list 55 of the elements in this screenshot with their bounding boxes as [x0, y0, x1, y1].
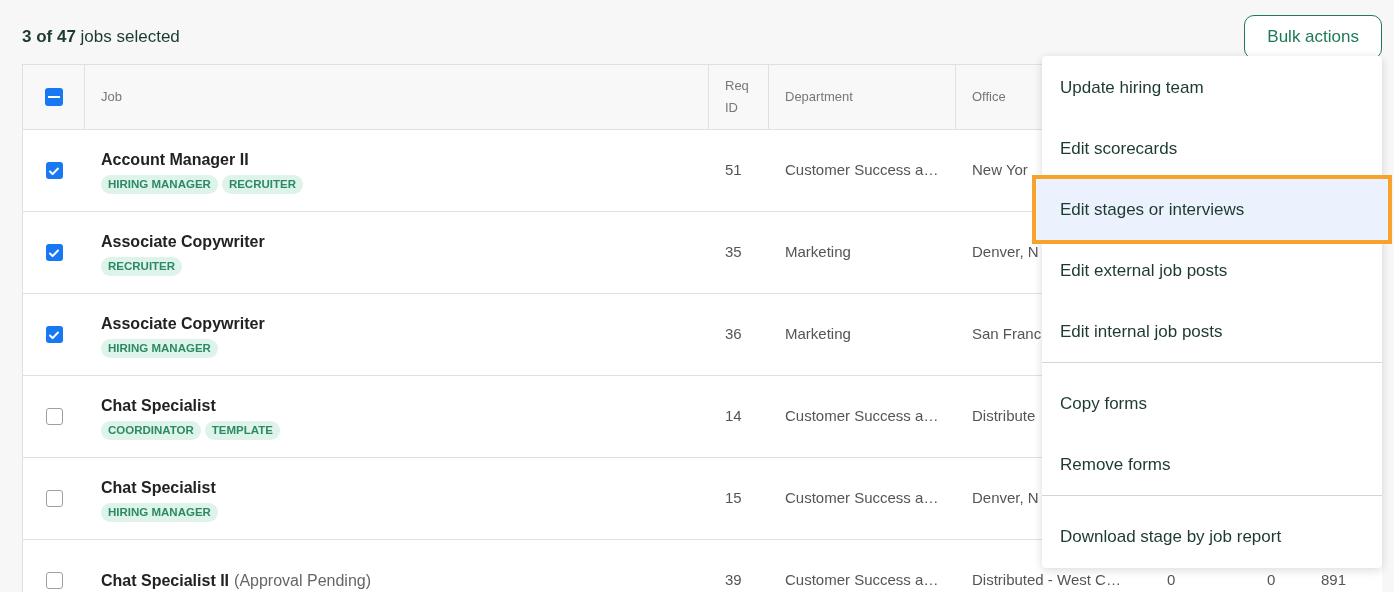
department: Marketing [785, 242, 851, 263]
req-id: 39 [725, 570, 742, 591]
menu-item[interactable]: Update hiring team [1042, 57, 1382, 118]
office: Distributed - West C… [972, 570, 1121, 591]
department: Customer Success a… [785, 570, 939, 591]
column-header: Job [101, 88, 122, 107]
column-header: Req ID [725, 77, 749, 117]
checkbox[interactable] [44, 88, 63, 106]
job-title[interactable]: Account Manager II [101, 147, 249, 172]
req-id: 36 [725, 324, 742, 345]
checkbox[interactable] [45, 244, 63, 261]
role-tag: HIRING MANAGER [101, 338, 218, 358]
req-id: 15 [725, 488, 742, 509]
role-tag: HIRING MANAGER [101, 502, 218, 522]
job-title[interactable]: Chat Specialist [101, 393, 216, 418]
req-id: 14 [725, 406, 742, 427]
req-id: 51 [725, 160, 742, 181]
req-id: 35 [725, 242, 742, 263]
checkbox[interactable] [45, 490, 63, 507]
table-cell-text: 0 [1167, 570, 1176, 591]
selection-summary: 3 of 47 jobs selected [22, 26, 180, 49]
job-title[interactable]: Chat Specialist [101, 475, 216, 500]
role-tag: HIRING MANAGER [101, 174, 218, 194]
job-status: (Approval Pending) [234, 570, 371, 591]
menu-item[interactable]: Edit scorecards [1042, 118, 1382, 179]
office: San Franc [972, 324, 1042, 345]
department: Customer Success a… [785, 488, 939, 509]
table-cell-text: 891 [1321, 570, 1347, 591]
menu-item[interactable]: Edit external job posts [1042, 240, 1382, 301]
checkbox[interactable] [45, 326, 63, 343]
job-title[interactable]: Chat Specialist II [101, 568, 230, 592]
office: Denver, N [972, 242, 1039, 263]
role-tag: TEMPLATE [204, 420, 280, 440]
column-header: Department [785, 88, 853, 107]
checkbox[interactable] [45, 162, 63, 179]
menu-item[interactable]: Download stage by job report [1042, 506, 1382, 567]
department: Customer Success a… [785, 160, 939, 181]
bulk-actions-button[interactable]: Bulk actions [1244, 15, 1382, 59]
table-cell-text: 0 [1267, 570, 1276, 591]
office: Distribute [972, 406, 1036, 427]
office: New Yor [972, 160, 1028, 181]
column-header: Office [972, 88, 1006, 107]
job-title[interactable]: Associate Copywriter [101, 311, 265, 336]
menu-item[interactable]: Remove forms [1042, 434, 1382, 495]
office: Denver, N [972, 488, 1039, 509]
role-tag: RECRUITER [221, 174, 303, 194]
department: Customer Success a… [785, 406, 939, 427]
checkbox[interactable] [45, 572, 63, 589]
role-tag: RECRUITER [101, 256, 183, 276]
menu-item[interactable]: Copy forms [1042, 373, 1382, 434]
role-tag: COORDINATOR [101, 420, 201, 440]
department: Marketing [785, 324, 851, 345]
checkbox[interactable] [45, 408, 63, 425]
menu-item[interactable]: Edit internal job posts [1042, 301, 1382, 362]
job-title[interactable]: Associate Copywriter [101, 229, 265, 254]
